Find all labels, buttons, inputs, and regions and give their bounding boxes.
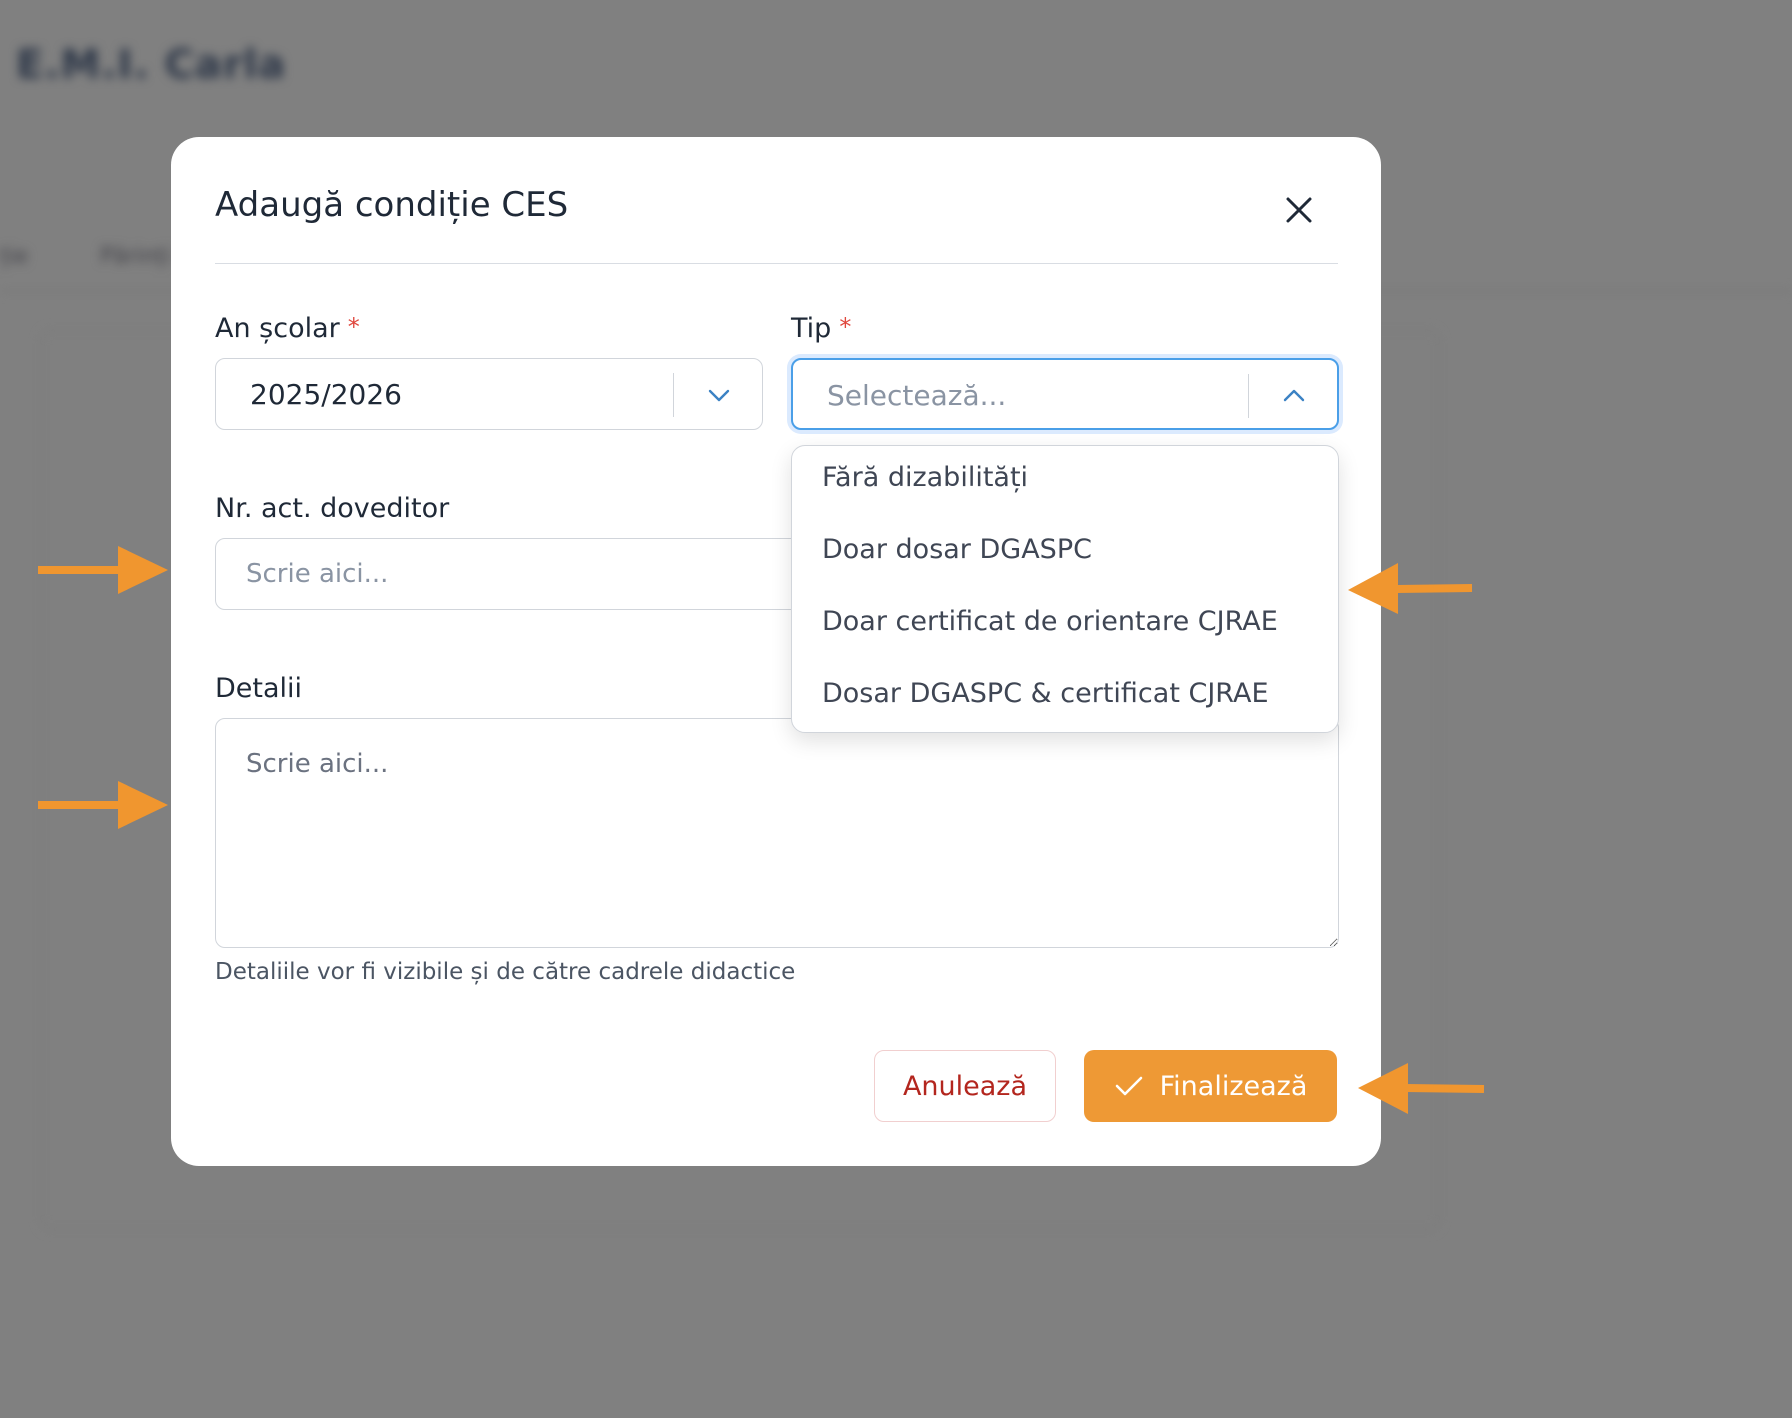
annotation-arrow-icon [38,781,168,829]
finalize-button-label: Finalizează [1159,1070,1308,1102]
finalize-button[interactable]: Finalizează [1084,1050,1337,1122]
dropdown-option[interactable]: Doar dosar DGASPC [822,534,1092,565]
add-ces-condition-modal: Adaugă condiție CES An școlar * 2025/2026… [171,137,1381,1166]
required-mark: * [839,313,852,341]
background-title: E.M.I. Carla [16,42,287,88]
background-tab: Părinți [100,244,171,269]
proof-act-label: Nr. act. doveditor [215,493,450,524]
header-divider [215,263,1338,264]
check-icon [1115,1076,1142,1096]
cancel-button[interactable]: Anulează [874,1050,1056,1122]
annotation-arrow-icon [1348,563,1473,614]
close-button[interactable] [1279,190,1319,230]
dropdown-option[interactable]: Doar certificat de orientare CJRAE [822,606,1278,637]
type-select[interactable]: Selectează... [791,358,1339,430]
type-label: Tip * [791,313,852,344]
required-mark: * [347,313,360,341]
school-year-label: An școlar * [215,313,360,344]
school-year-value: 2025/2026 [250,378,402,411]
annotation-arrow-icon [38,546,168,594]
select-separator [1248,374,1249,418]
chevron-down-icon [708,389,730,402]
select-separator [673,373,674,417]
details-label: Detalii [215,673,303,704]
type-placeholder: Selectează... [827,379,1007,412]
annotation-arrow-icon [1358,1063,1485,1114]
modal-title: Adaugă condiție CES [215,185,569,225]
details-textarea[interactable] [215,718,1339,948]
details-helper-text: Detaliile vor fi vizibile și de către ca… [215,959,796,985]
close-icon [1286,197,1312,223]
school-year-select[interactable]: 2025/2026 [215,358,763,430]
chevron-up-icon [1283,389,1305,402]
background-tab: ție [0,244,29,269]
type-dropdown-menu: Fără dizabilități Doar dosar DGASPC Doar… [791,445,1339,733]
dropdown-option[interactable]: Dosar DGASPC & certificat CJRAE [822,678,1269,709]
dropdown-option[interactable]: Fără dizabilități [822,462,1028,493]
